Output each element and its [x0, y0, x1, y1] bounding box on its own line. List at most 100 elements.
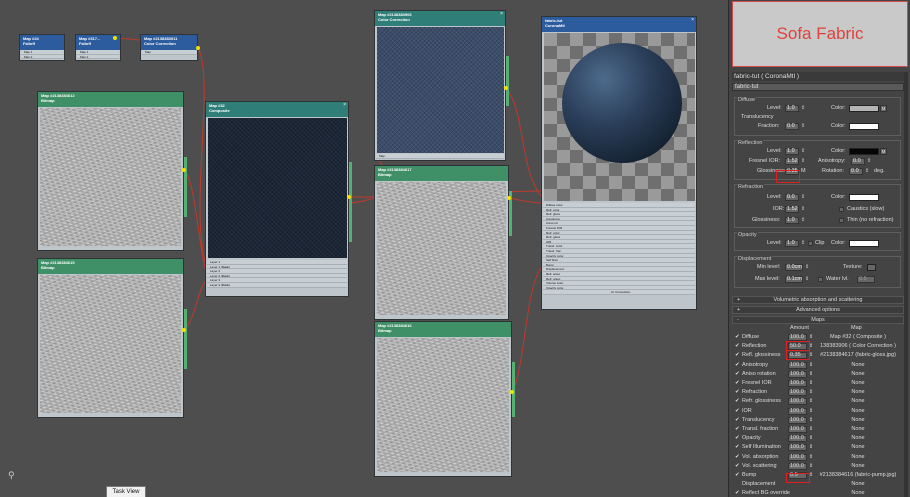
map-amount-input[interactable]: 100.0 [788, 380, 807, 387]
map-amount-input[interactable]: 100.0 [788, 334, 807, 341]
map-enabled-checkbox[interactable]: ✔ [735, 361, 740, 370]
spinner-icon[interactable]: ⇕ [865, 168, 869, 174]
spinner-icon[interactable]: ⇕ [809, 443, 813, 452]
spinner-icon[interactable]: ⇕ [801, 158, 805, 164]
spinner-icon[interactable]: ⇕ [809, 462, 813, 471]
water-level-input[interactable]: 0.5 [857, 276, 875, 283]
map-enabled-checkbox[interactable]: ✔ [735, 425, 740, 434]
map-amount-input[interactable]: 100.0 [788, 370, 807, 378]
thin-checkbox[interactable] [839, 218, 844, 223]
fresnel-ior-input[interactable]: 1.52 [785, 158, 799, 165]
map-amount-input[interactable]: 100.0 [788, 435, 807, 443]
rollout-volumetric[interactable]: + Volumetric absorption and scattering [732, 296, 904, 304]
map-enabled-checkbox[interactable]: ✔ [735, 333, 740, 342]
slot[interactable]: Map [376, 154, 504, 159]
map-enabled-checkbox[interactable]: ✔ [735, 388, 740, 397]
diffuse-color-swatch[interactable] [849, 105, 879, 112]
ior-input[interactable]: 1.52 [785, 206, 799, 213]
map-slot-button[interactable]: None [816, 425, 900, 434]
binoculars-icon[interactable]: ⚲ [8, 470, 15, 481]
spinner-icon[interactable]: ⇕ [809, 379, 813, 388]
node-header[interactable]: fabric-tut CoronaMtl [542, 17, 696, 32]
map-slot-button[interactable]: None [816, 453, 900, 462]
map-slot-button[interactable]: None [816, 397, 900, 406]
spinner-icon[interactable]: ⇕ [801, 105, 805, 111]
map-slot-button[interactable]: None [816, 370, 900, 379]
spinner-icon[interactable]: ⇕ [809, 361, 813, 370]
connector-dot[interactable] [510, 390, 514, 394]
map-enabled-checkbox[interactable]: ✔ [735, 453, 740, 462]
spinner-icon[interactable]: ⇕ [801, 240, 805, 246]
falloff-node-1[interactable]: Map #24 Falloff Map 1 Map 2 [19, 34, 65, 61]
node-header[interactable]: Map #2138383906 Color Correction [375, 11, 505, 26]
map-slot-button[interactable]: 138383906 ( Color Correction ) [816, 342, 900, 351]
refr-glossiness-input[interactable]: 1.0 [785, 217, 799, 224]
task-view-tab[interactable]: Task View [106, 486, 146, 497]
anisotropy-input[interactable]: 0.0 [851, 158, 865, 165]
map-slot-button[interactable]: None [816, 407, 900, 416]
refl-color-swatch[interactable] [849, 148, 879, 155]
spinner-icon[interactable]: ⇕ [805, 264, 809, 270]
spinner-icon[interactable]: ⇕ [809, 388, 813, 397]
opacity-level-input[interactable]: 1.0 [785, 240, 799, 247]
spinner-icon[interactable]: ⇕ [809, 397, 813, 406]
connector-dot[interactable] [347, 195, 351, 199]
material-name-field[interactable]: fabric-tut [732, 83, 904, 91]
connector-dot[interactable] [504, 86, 508, 90]
min-level-input[interactable]: 0.0cm [785, 264, 803, 271]
water-level-checkbox[interactable] [818, 277, 823, 282]
connector-dot[interactable] [113, 36, 117, 40]
slot[interactable]: Map 2 [77, 55, 119, 60]
translucency-color-swatch[interactable] [849, 123, 879, 130]
bitmap-node-b[interactable]: Map #2138384615 Bitmap [37, 258, 187, 418]
node-header[interactable]: Map #2138384617 Bitmap [375, 166, 508, 181]
spinner-icon[interactable]: ⇕ [809, 425, 813, 434]
slot[interactable]: Map 2 [21, 55, 63, 60]
spinner-icon[interactable]: ⇕ [809, 434, 813, 443]
color-correction-node[interactable]: Map #2138383906 Color Correction × Map [374, 10, 509, 161]
map-enabled-checkbox[interactable]: ✔ [735, 443, 740, 452]
clip-checkbox[interactable] [808, 241, 813, 246]
map-slot-button[interactable]: None [816, 443, 900, 452]
map-slot-button[interactable]: None [816, 361, 900, 370]
map-enabled-checkbox[interactable]: ✔ [735, 434, 740, 443]
spinner-icon[interactable]: ⇕ [801, 148, 805, 154]
slot[interactable]: Map [142, 50, 196, 55]
spinner-icon[interactable]: ⇕ [809, 370, 813, 379]
map-amount-input[interactable]: 100.0 [788, 361, 807, 369]
rollout-advanced[interactable]: + Advanced options [732, 306, 904, 314]
map-enabled-checkbox[interactable]: ✔ [735, 462, 740, 471]
map-enabled-checkbox[interactable]: ✔ [735, 489, 740, 497]
map-amount-input[interactable]: 100.0 [788, 453, 807, 461]
spinner-icon[interactable]: ⇕ [805, 276, 809, 282]
map-amount-input[interactable]: 100.0 [788, 426, 807, 433]
map-enabled-checkbox[interactable]: ✔ [735, 416, 740, 425]
map-slot-button[interactable]: None [816, 379, 900, 388]
close-icon[interactable]: × [500, 11, 503, 17]
node-header[interactable]: Map #2138384616 Bitmap [375, 322, 511, 337]
rollout-maps[interactable]: - Maps [732, 316, 904, 324]
node-header[interactable]: Map #2138384612 Bitmap [38, 92, 183, 107]
corona-material-node[interactable]: fabric-tut CoronaMtl × Diffuse color Refl.… [541, 16, 697, 310]
map-slot-button[interactable]: #2138384616 (fabric-pump.jpg) [816, 471, 900, 480]
opacity-color-swatch[interactable] [849, 240, 879, 247]
composite-node[interactable]: Map #32 Composite × Layer 1 Layer 1 (Mask… [205, 101, 352, 297]
texture-button[interactable] [867, 264, 876, 271]
spinner-icon[interactable]: ⇕ [801, 217, 805, 223]
diffuse-level-input[interactable]: 1.0 [785, 105, 799, 112]
map-slot-button[interactable]: None [816, 480, 900, 489]
spinner-icon[interactable]: ⇕ [809, 416, 813, 425]
map-enabled-checkbox[interactable]: ✔ [735, 407, 740, 416]
max-level-input[interactable]: 0.1cm [785, 276, 803, 283]
map-button[interactable]: M [880, 105, 887, 112]
spinner-icon[interactable]: ⇕ [809, 407, 813, 416]
close-icon[interactable]: × [343, 102, 346, 108]
node-editor-canvas[interactable]: Map #24 Falloff Map 1 Map 2 Map #317... Fa… [0, 0, 728, 497]
connector-dot[interactable] [196, 46, 200, 50]
map-amount-input[interactable]: 100.0 [788, 444, 807, 452]
spinner-icon[interactable]: ⇕ [809, 453, 813, 462]
refr-level-input[interactable]: 0.0 [785, 194, 799, 201]
caustics-checkbox[interactable] [839, 207, 844, 212]
map-enabled-checkbox[interactable]: ✔ [735, 370, 740, 379]
spinner-icon[interactable]: ⇕ [801, 194, 805, 200]
